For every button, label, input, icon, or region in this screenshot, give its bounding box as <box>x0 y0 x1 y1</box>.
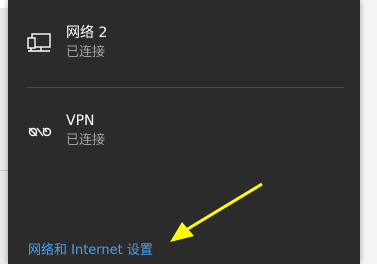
network-status: 已连接 <box>66 133 106 148</box>
network-item-vpn[interactable]: VPN 已连接 <box>8 108 360 168</box>
network-name: VPN <box>66 113 95 129</box>
network-status: 已连接 <box>66 45 106 60</box>
network-flyout: 网络 2 已连接 VPN 已连接 网络和 Internet 设置 <box>8 0 360 264</box>
network-item-ethernet[interactable]: 网络 2 已连接 <box>8 20 360 80</box>
ethernet-icon <box>26 32 54 56</box>
network-settings-link[interactable]: 网络和 Internet 设置 <box>28 242 153 260</box>
network-name: 网络 2 <box>66 25 108 41</box>
separator <box>26 87 344 88</box>
vpn-icon <box>26 120 54 144</box>
background-scrollbar[interactable] <box>357 0 377 264</box>
